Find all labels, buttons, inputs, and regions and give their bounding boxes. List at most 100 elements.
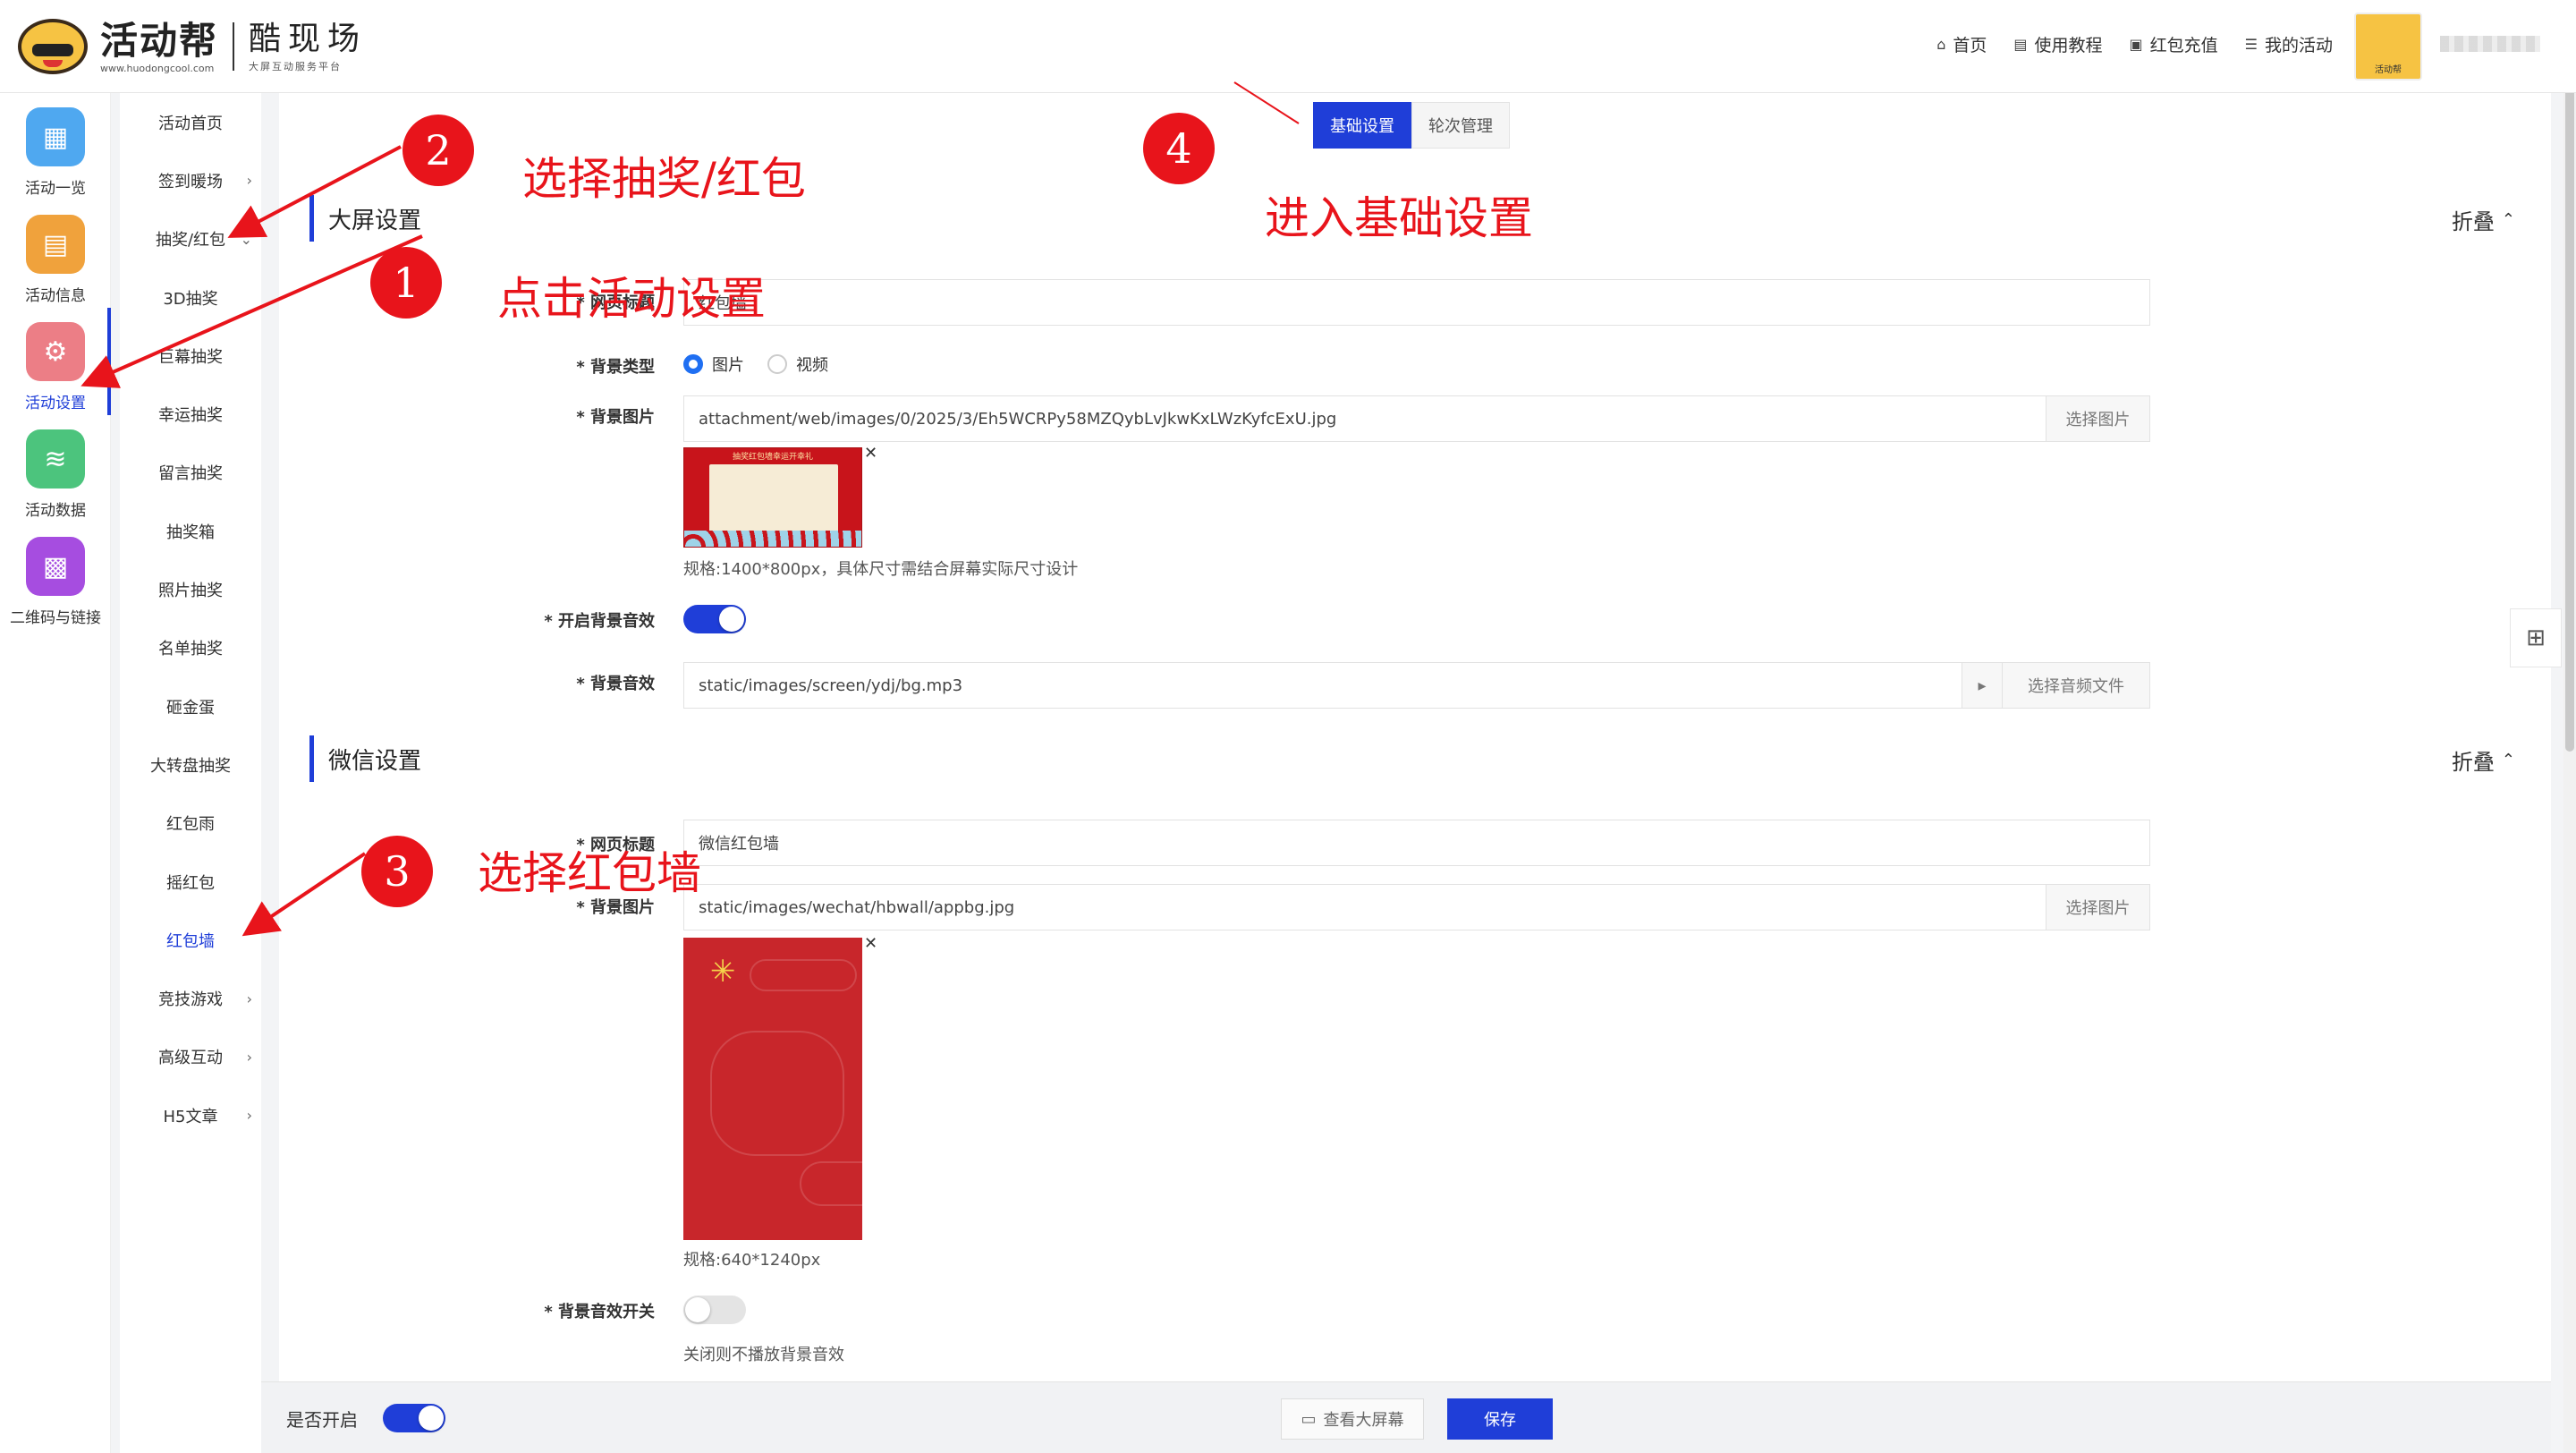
topnav-my-activities[interactable]: ☰ 我的活动 [2245, 32, 2333, 56]
logo-name: 活动帮 [100, 18, 219, 63]
annotation-text-3: 选择红包墙 [478, 847, 701, 899]
submenu-item[interactable]: 高级互动 › [120, 1028, 261, 1086]
sidebar-item-activity-data[interactable]: ≋ 活动数据 [0, 429, 111, 520]
topnav-home[interactable]: ⌂ 首页 [1936, 32, 1987, 56]
submenu-item[interactable]: H5文章 › [120, 1086, 261, 1144]
submenu-item[interactable]: 抽奖/红包 ⌄ [120, 210, 261, 268]
screen-choose-image-button[interactable]: 选择图片 [2046, 395, 2150, 442]
submenu-item-label: 砸金蛋 [166, 698, 215, 718]
screen-bg-image-hint: 规格:1400*800px，具体尺寸需结合屏幕实际尺寸设计 [683, 560, 1079, 579]
qrcode-icon: ▩ [26, 537, 85, 596]
wechat-bg-music-switch[interactable] [683, 1296, 746, 1324]
play-icon[interactable]: ▸ [1962, 662, 2003, 709]
sidebar-item-activity-info[interactable]: ▤ 活动信息 [0, 215, 111, 305]
logo-url: www.huodongcool.com [100, 62, 215, 74]
topnav-tutorial[interactable]: ▤ 使用教程 [2013, 32, 2102, 56]
submenu-item-label: 红包墙 [166, 931, 215, 951]
screen-bg-image-input[interactable]: attachment/web/images/0/2025/3/Eh5WCRPy5… [683, 395, 2046, 442]
submenu-item[interactable]: 留言抽奖 [120, 444, 261, 502]
radio-dot [683, 354, 703, 374]
scrollbar-thumb[interactable] [2565, 36, 2574, 752]
annotation-circle-2: 2 [402, 115, 474, 186]
bg-type-image-radio[interactable]: 图片 [683, 353, 744, 376]
annotation-text-1: 点击活动设置 [497, 273, 766, 325]
screen-page-title-input[interactable]: 红包墙 [683, 279, 2150, 326]
bg-music-label: * 背景音效 [576, 675, 655, 693]
submenu-item[interactable]: 签到暖场 › [120, 151, 261, 209]
annotation-text-2: 选择抽奖/红包 [522, 153, 806, 205]
avatar[interactable]: 活动帮 [2354, 13, 2422, 81]
sidebar-item-qrcode[interactable]: ▩ 二维码与链接 [0, 537, 111, 627]
save-button[interactable]: 保存 [1447, 1398, 1553, 1440]
wechat-bg-image-input[interactable]: static/images/wechat/hbwall/appbg.jpg [683, 884, 2046, 930]
thumbnail-clouds [684, 531, 861, 547]
fold-label: 折叠 [2451, 209, 2495, 234]
tab-round-management[interactable]: 轮次管理 [1411, 102, 1510, 149]
submenu-item[interactable]: 抽奖箱 [120, 502, 261, 560]
radio-dot [767, 354, 787, 374]
bg-type-video-radio[interactable]: 视频 [767, 353, 828, 376]
close-icon[interactable]: ✕ [864, 444, 877, 463]
wechat-page-title-input[interactable]: 微信红包墙 [683, 820, 2150, 866]
wechat-choose-image-button[interactable]: 选择图片 [2046, 884, 2150, 930]
bg-music-switch[interactable] [683, 605, 746, 633]
sidebar-item-activity-list[interactable]: ▦ 活动一览 [0, 107, 111, 198]
enable-switch[interactable] [383, 1404, 445, 1432]
mascot-logo-icon [18, 19, 88, 74]
submenu-item[interactable]: 红包墙 [120, 911, 261, 969]
submenu-item[interactable]: 摇红包 [120, 853, 261, 911]
wechat-fold-toggle[interactable]: 折叠 ⌃ [2452, 744, 2515, 776]
annotation-circle-3: 3 [361, 836, 433, 907]
wechat-bg-thumbnail[interactable]: ✳ [683, 938, 862, 1240]
sidebar-item-label: 二维码与链接 [10, 609, 101, 627]
annotation-circle-1: 1 [370, 247, 442, 319]
page-scrollbar[interactable] [2563, 0, 2576, 1453]
submenu-item[interactable]: 砸金蛋 [120, 677, 261, 735]
choose-audio-button[interactable]: 选择音频文件 [2002, 662, 2150, 709]
submenu-item[interactable]: 幸运抽奖 [120, 385, 261, 443]
wallet-icon: ▣ [2129, 36, 2143, 53]
submenu-item-label: 大转盘抽奖 [150, 756, 231, 776]
enable-label: 是否开启 [286, 1409, 358, 1431]
screen-fold-toggle[interactable]: 折叠 ⌃ [2452, 204, 2515, 235]
submenu-item[interactable]: 照片抽奖 [120, 560, 261, 618]
view-screen-button[interactable]: ▭ 查看大屏幕 [1281, 1398, 1424, 1440]
user-name-blurred[interactable] [2440, 36, 2540, 52]
submenu-item-label: 摇红包 [166, 873, 215, 893]
topnav-label: 红包充值 [2149, 36, 2218, 55]
chevron-up-icon: ⌃ [2501, 751, 2515, 769]
radio-label: 视频 [796, 356, 828, 375]
tab-basic-settings[interactable]: 基础设置 [1313, 102, 1411, 149]
submenu-item[interactable]: 巨幕抽奖 [120, 327, 261, 385]
qrcode-float-icon[interactable]: ⊞ [2510, 608, 2562, 667]
topnav-recharge[interactable]: ▣ 红包充值 [2130, 32, 2218, 56]
submenu-item[interactable]: 大转盘抽奖 [120, 735, 261, 794]
brand-logo[interactable]: 活动帮 www.huodongcool.com 酷现场 大屏互动服务平台 [18, 16, 367, 77]
screen-bg-thumbnail[interactable]: 抽奖红包墙幸运开幸礼 [683, 447, 862, 548]
submenu-item[interactable]: 活动首页 [120, 93, 261, 151]
submenu-item-label: 红包雨 [166, 815, 215, 835]
thumbnail-panel [709, 464, 838, 536]
chevron-up-icon: ⌃ [2501, 210, 2515, 229]
sidebar-item-label: 活动数据 [25, 502, 86, 520]
radio-label: 图片 [712, 356, 744, 375]
chevron-right-icon: › [246, 1107, 252, 1125]
wechat-bg-music-switch-label: * 背景音效开关 [544, 1303, 655, 1321]
close-icon[interactable]: ✕ [864, 934, 877, 953]
bg-music-input[interactable]: static/images/screen/ydj/bg.mp3 [683, 662, 1962, 709]
book-icon: ▤ [2013, 36, 2028, 53]
submenu-item[interactable]: 红包雨 [120, 794, 261, 853]
submenu-item-label: 留言抽奖 [158, 464, 223, 484]
fold-label: 折叠 [2451, 750, 2495, 775]
primary-sidebar: ▦ 活动一览 ▤ 活动信息 ⚙ 活动设置 ≋ 活动数据 ▩ 二维码与链接 [0, 93, 111, 1453]
submenu-item[interactable]: 3D抽奖 [120, 268, 261, 327]
submenu-item[interactable]: 名单抽奖 [120, 619, 261, 677]
home-icon: ⌂ [1936, 36, 1946, 53]
topnav-label: 使用教程 [2034, 36, 2103, 55]
wechat-settings-title: 微信设置 [309, 735, 421, 782]
cloud-shape [750, 959, 857, 991]
sidebar-item-label: 活动一览 [25, 180, 86, 198]
sidebar-item-activity-settings[interactable]: ⚙ 活动设置 [0, 322, 111, 412]
submenu-item-label: 活动首页 [158, 114, 223, 133]
submenu-item[interactable]: 竞技游戏 › [120, 969, 261, 1027]
